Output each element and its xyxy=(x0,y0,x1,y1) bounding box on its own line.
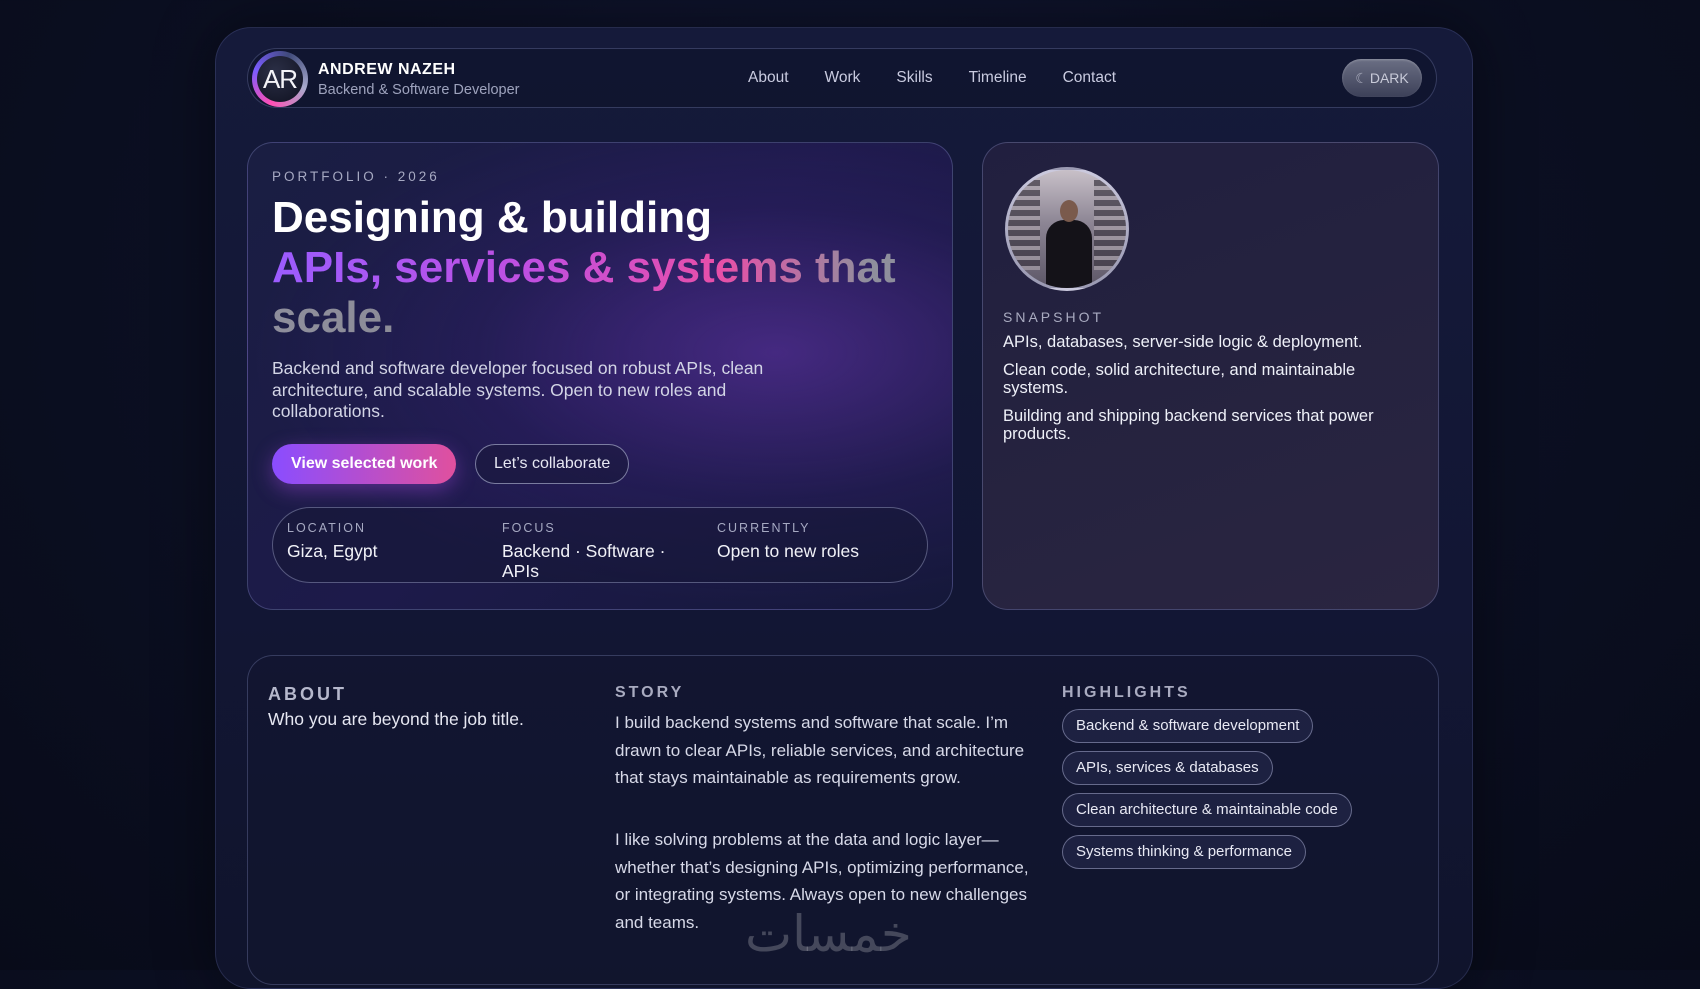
nav-contact[interactable]: Contact xyxy=(1063,69,1116,87)
hero-intro: Backend and software developer focused o… xyxy=(272,358,764,421)
snapshot-label: SNAPSHOT xyxy=(1003,309,1105,325)
nav-work[interactable]: Work xyxy=(825,69,861,87)
story-title: STORY xyxy=(615,684,685,701)
about-subtitle: Who you are beyond the job title. xyxy=(268,709,524,729)
snapshot-card: SNAPSHOT APIs, databases, server-side lo… xyxy=(982,142,1439,610)
fact-location: LOCATION Giza, Egypt xyxy=(287,521,477,561)
headline-line-1: Designing & building xyxy=(272,193,712,242)
nav-links: About Work Skills Timeline Contact xyxy=(748,49,1152,107)
fact-value: Backend · Software · APIs xyxy=(502,541,666,581)
snapshot-item: APIs, databases, server-side logic & dep… xyxy=(1003,333,1363,351)
theme-toggle-label: DARK xyxy=(1369,70,1409,86)
brand-role: Backend & Software Developer xyxy=(318,82,520,98)
snapshot-item: Building and shipping backend services t… xyxy=(1003,406,1374,444)
logo-badge[interactable]: AR xyxy=(252,51,308,107)
fact-focus: FOCUS Backend · Software · APIs xyxy=(502,521,692,581)
highlights-title: HIGHLIGHTS xyxy=(1062,684,1191,701)
highlight-chip: Clean architecture & maintainable code xyxy=(1062,793,1352,827)
highlight-chip: APIs, services & databases xyxy=(1062,751,1273,785)
theme-toggle[interactable]: ☾ DARK xyxy=(1342,59,1422,97)
snapshot-item: Clean code, solid architecture, and main… xyxy=(1003,360,1356,398)
profile-photo xyxy=(1005,167,1129,291)
fact-label: LOCATION xyxy=(287,521,366,535)
quick-facts: LOCATION Giza, Egypt FOCUS Backend · Sof… xyxy=(272,507,928,583)
top-nav: AR ANDREW NAZEH Backend & Software Devel… xyxy=(247,48,1437,108)
nav-timeline[interactable]: Timeline xyxy=(969,69,1027,87)
watermark-logo: خمسات xyxy=(745,905,912,963)
hero-eyebrow: PORTFOLIO · 2026 xyxy=(272,169,440,184)
nav-skills[interactable]: Skills xyxy=(896,69,932,87)
snapshot-list: APIs, databases, server-side logic & dep… xyxy=(1003,333,1413,453)
brand-name: ANDREW NAZEH xyxy=(318,61,456,78)
fact-value: Open to new roles xyxy=(717,541,860,561)
fact-label: FOCUS xyxy=(502,521,556,535)
fact-value: Giza, Egypt xyxy=(287,541,378,561)
hero-headline: Designing & building APIs, services & sy… xyxy=(272,193,932,343)
about-title: ABOUT xyxy=(268,684,347,704)
collaborate-button[interactable]: Let’s collaborate xyxy=(475,444,630,484)
fact-currently: CURRENTLY Open to new roles xyxy=(717,521,917,561)
fact-label: CURRENTLY xyxy=(717,521,811,535)
view-work-button[interactable]: View selected work xyxy=(272,444,457,484)
nav-about[interactable]: About xyxy=(748,69,789,87)
moon-icon: ☾ xyxy=(1355,69,1368,86)
headline-line-2: APIs, services & systems that scale. xyxy=(272,243,896,342)
logo-monogram: AR xyxy=(257,56,303,102)
hero-card: PORTFOLIO · 2026 Designing & building AP… xyxy=(247,142,953,610)
highlight-chip: Systems thinking & performance xyxy=(1062,835,1306,869)
highlight-chip: Backend & software development xyxy=(1062,709,1314,743)
story-paragraph-1: I build backend systems and software tha… xyxy=(615,713,1025,787)
highlights-list: Backend & software development APIs, ser… xyxy=(1062,709,1352,877)
